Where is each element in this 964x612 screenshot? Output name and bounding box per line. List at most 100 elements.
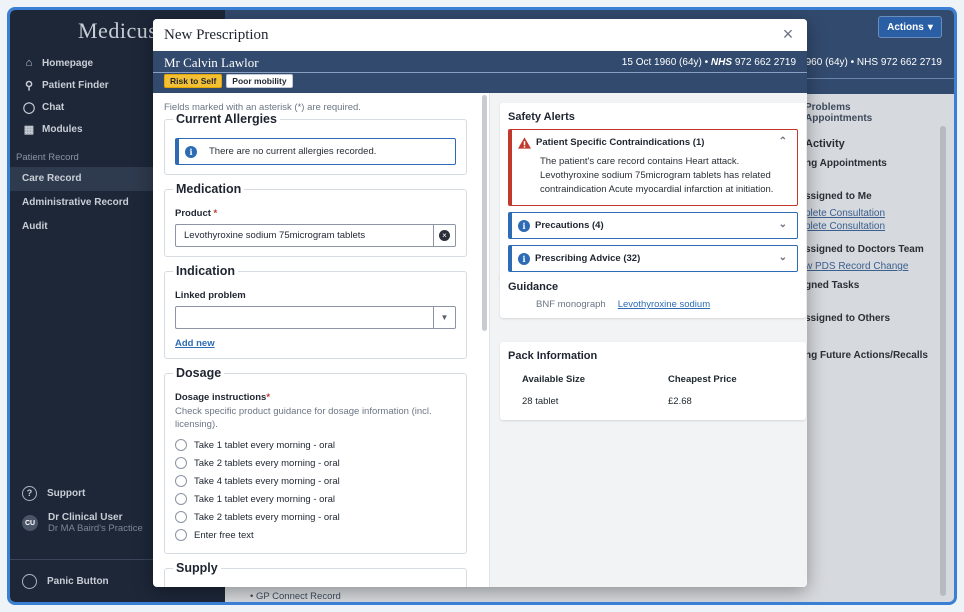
- info-icon: i: [518, 219, 530, 232]
- search-icon: ⚲: [24, 79, 34, 92]
- activity-line: ng Appointments: [805, 158, 887, 169]
- panic-label: Panic Button: [47, 575, 109, 587]
- radio-button[interactable]: [175, 511, 187, 523]
- pack-information-card: Pack Information Available Size Cheapest…: [500, 342, 806, 420]
- flag-risk-to-self[interactable]: Risk to Self: [164, 74, 223, 88]
- supply-section: Supply: [164, 561, 467, 587]
- divider: [785, 78, 954, 79]
- linked-problem-label: Linked problem: [175, 290, 246, 301]
- patient-meta: 15 Oct 1960 (64y) • NHS 972 662 2719: [622, 57, 796, 68]
- safety-alerts-card: Safety Alerts Patient Specific Contraind…: [500, 103, 806, 280]
- clinical-info-panel: Safety Alerts Patient Specific Contraind…: [489, 93, 807, 587]
- background-scrollbar[interactable]: [940, 126, 946, 596]
- tab-appointments[interactable]: Appointments: [805, 113, 872, 124]
- radio-button[interactable]: [175, 439, 187, 451]
- app-window: Medicus ⌂ Homepage ⚲ Patient Finder ◯ Ch…: [7, 7, 957, 605]
- card-title: Guidance: [508, 281, 559, 293]
- activity-line: ssigned to Me: [805, 191, 872, 202]
- user-practice: Dr MA Baird's Practice: [48, 523, 143, 534]
- chevron-down-icon[interactable]: ⌄: [779, 219, 787, 230]
- modal-header: New Prescription ×: [153, 19, 807, 51]
- caret-down-icon: ▾: [927, 21, 933, 33]
- activity-link[interactable]: w PDS Record Change: [805, 261, 950, 272]
- close-icon[interactable]: ×: [779, 25, 797, 43]
- prescribing-advice-alert[interactable]: i Prescribing Advice (32) ⌄: [508, 245, 798, 272]
- product-field[interactable]: Levothyroxine sodium 75microgram tablets…: [175, 224, 456, 247]
- user-name: Dr Clinical User: [48, 512, 123, 523]
- dosage-option[interactable]: Take 1 tablet every morning - oral: [175, 436, 456, 454]
- support-label: Support: [47, 487, 86, 499]
- sidebar-item-label: Chat: [42, 101, 65, 113]
- chevron-down-icon[interactable]: ▼: [433, 307, 455, 328]
- flag-poor-mobility[interactable]: Poor mobility: [226, 74, 293, 88]
- product-value[interactable]: Levothyroxine sodium 75microgram tablets: [176, 225, 433, 246]
- background-activity-panel: Activity ng Appointments ssigned to Me p…: [805, 138, 950, 367]
- chevron-down-icon[interactable]: ⌄: [779, 252, 787, 263]
- app-logo: Medicus: [78, 18, 158, 43]
- allergies-section: Current Allergies i There are no current…: [164, 112, 467, 175]
- clear-button[interactable]: ×: [433, 225, 455, 246]
- close-icon: ×: [439, 230, 450, 241]
- precautions-header[interactable]: i Precautions (4) ⌄: [512, 213, 797, 238]
- modal-body: Fields marked with an asterisk (*) are r…: [153, 93, 807, 587]
- activity-title: Activity: [805, 138, 845, 150]
- grid-icon: ▦: [23, 123, 35, 136]
- dosage-instructions-label: Dosage instructions*: [175, 392, 271, 403]
- alert-title: Patient Specific Contraindications (1): [536, 137, 705, 148]
- alert-title: Precautions (4): [535, 220, 604, 231]
- guidance-card: Guidance BNF monograph Levothyroxine sod…: [500, 273, 806, 318]
- patient-name: Mr Calvin Lawlor: [164, 55, 259, 70]
- form-scrollbar[interactable]: [482, 95, 487, 331]
- avatar: CU: [22, 515, 38, 531]
- table-cell: 28 tablet: [522, 395, 559, 407]
- activity-link[interactable]: plete Consultation: [805, 208, 950, 219]
- alert-title: Prescribing Advice (32): [535, 253, 641, 264]
- actions-button[interactable]: Actions ▾: [878, 16, 942, 38]
- section-title: Current Allergies: [173, 112, 280, 126]
- allergies-message: There are no current allergies recorded.: [209, 146, 377, 157]
- dosage-option[interactable]: Take 4 tablets every morning - oral: [175, 472, 456, 490]
- tab-problems[interactable]: Problems: [805, 102, 851, 113]
- linked-problem-value[interactable]: [176, 307, 433, 328]
- info-icon: i: [185, 145, 197, 158]
- radio-button[interactable]: [175, 493, 187, 505]
- card-title: Safety Alerts: [508, 111, 575, 123]
- activity-line: gned Tasks: [805, 280, 860, 291]
- dosage-option-free-text[interactable]: Enter free text: [175, 526, 456, 544]
- radio-button[interactable]: [175, 529, 187, 541]
- dosage-option[interactable]: Take 2 tablets every morning - oral: [175, 508, 456, 526]
- section-title: Medication: [173, 182, 245, 196]
- sidebar-item-label: Modules: [42, 123, 83, 135]
- patient-dob: 15 Oct 1960 (64y): [621, 57, 702, 68]
- section-title: Supply: [173, 561, 221, 575]
- product-label: Product *: [175, 208, 218, 219]
- precautions-alert[interactable]: i Precautions (4) ⌄: [508, 212, 798, 239]
- chevron-up-icon[interactable]: ⌃: [779, 136, 787, 147]
- warning-icon: [518, 136, 531, 149]
- contraindications-header[interactable]: Patient Specific Contraindications (1) ⌃: [512, 130, 797, 155]
- contraindications-alert: Patient Specific Contraindications (1) ⌃…: [508, 129, 798, 206]
- medication-section: Medication Product * Levothyroxine sodiu…: [164, 182, 467, 257]
- radio-button[interactable]: [175, 475, 187, 487]
- add-new-link[interactable]: Add new: [175, 338, 456, 349]
- prescribing-advice-header[interactable]: i Prescribing Advice (32) ⌄: [512, 246, 797, 271]
- section-title: Dosage: [173, 366, 225, 380]
- radio-button[interactable]: [175, 457, 187, 469]
- card-title: Pack Information: [508, 350, 598, 362]
- info-icon: i: [518, 252, 530, 265]
- linked-problem-select[interactable]: ▼: [175, 306, 456, 329]
- activity-line: ng Future Actions/Recalls: [805, 350, 928, 361]
- separator: •: [704, 57, 709, 68]
- screen: Medicus ⌂ Homepage ⚲ Patient Finder ◯ Ch…: [0, 0, 964, 612]
- actions-label: Actions: [887, 21, 924, 33]
- column-header: Cheapest Price: [668, 373, 737, 385]
- bnf-monograph-link[interactable]: Levothyroxine sodium: [618, 299, 710, 310]
- dosage-option[interactable]: Take 2 tablets every morning - oral: [175, 454, 456, 472]
- chat-icon: ◯: [22, 101, 36, 114]
- sidebar-item-label: Patient Finder: [42, 79, 109, 91]
- dosage-option[interactable]: Take 1 tablet every morning - oral: [175, 490, 456, 508]
- sidebar-item-label: Homepage: [42, 57, 94, 69]
- patient-flags: Risk to Self Poor mobility: [164, 74, 293, 88]
- activity-link[interactable]: plete Consultation: [805, 221, 950, 232]
- dosage-hint: Check specific product guidance for dosa…: [175, 406, 432, 430]
